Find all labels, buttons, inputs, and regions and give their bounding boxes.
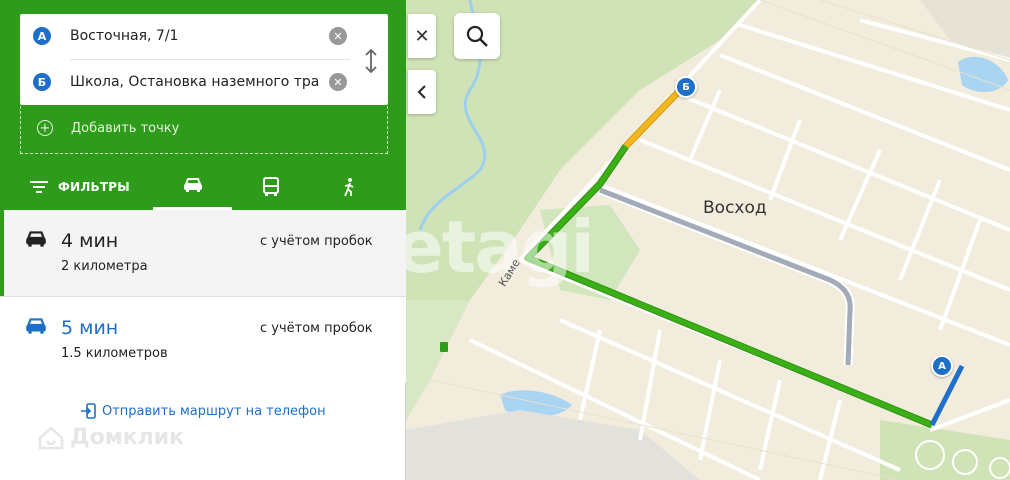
- search-icon: [466, 25, 488, 47]
- route-header: А Восточная, 7/1 ✕ Б Школа, Остановка на…: [0, 0, 406, 210]
- domclick-label: Домклик: [70, 425, 185, 450]
- swap-points-button[interactable]: [360, 48, 382, 74]
- district-label: Восход: [703, 198, 767, 218]
- clear-icon: ✕: [333, 75, 343, 89]
- point-b-badge: Б: [33, 73, 51, 91]
- variant-traffic-note: с учётом пробок: [260, 234, 373, 249]
- map-search-button[interactable]: [454, 13, 500, 59]
- route-marker-b[interactable]: Б: [675, 76, 697, 98]
- variant-distance: 2 километра: [61, 259, 148, 274]
- send-to-phone-icon: [81, 403, 96, 419]
- filter-icon: [30, 180, 48, 193]
- collapse-panel-button[interactable]: [408, 70, 436, 114]
- route-variant-2[interactable]: 5 мин 1.5 километров с учётом пробок: [0, 297, 406, 383]
- car-icon: [26, 231, 46, 247]
- car-icon: [183, 178, 202, 192]
- route-panel: А Восточная, 7/1 ✕ Б Школа, Остановка на…: [0, 0, 406, 480]
- tab-bus[interactable]: [232, 163, 310, 210]
- route-variant-1[interactable]: 4 мин 2 километра с учётом пробок: [0, 210, 406, 296]
- variant-distance: 1.5 километров: [61, 346, 168, 361]
- route-point-b-row[interactable]: Б Школа, Остановка наземного тра ✕: [20, 60, 388, 105]
- send-route-label: Отправить маршрут на телефон: [102, 403, 326, 419]
- route-point-a-row[interactable]: А Восточная, 7/1 ✕: [20, 14, 388, 59]
- tab-filters[interactable]: ФИЛЬТРЫ: [28, 163, 148, 210]
- chevron-left-icon: [417, 85, 426, 99]
- domclick-watermark: Домклик: [38, 425, 184, 450]
- point-a-badge: А: [33, 27, 51, 45]
- bus-icon: [263, 176, 279, 196]
- tab-walk[interactable]: [310, 163, 388, 210]
- variant-traffic-note: с учётом пробок: [260, 321, 373, 336]
- walk-icon: [344, 177, 354, 196]
- add-point-button[interactable]: + Добавить точку: [20, 106, 388, 154]
- transport-tabs: ФИЛЬТРЫ: [0, 163, 406, 210]
- etagi-watermark: etagi: [395, 205, 595, 289]
- point-b-input[interactable]: Школа, Остановка наземного тра: [70, 74, 325, 90]
- clear-point-a-button[interactable]: ✕: [329, 27, 347, 45]
- variant-time: 5 мин: [61, 317, 119, 339]
- clear-point-b-button[interactable]: ✕: [329, 73, 347, 91]
- filters-label: ФИЛЬТРЫ: [58, 179, 130, 194]
- route-inputs-card: А Восточная, 7/1 ✕ Б Школа, Остановка на…: [20, 14, 388, 105]
- clear-icon: ✕: [333, 29, 343, 43]
- add-point-label: Добавить точку: [71, 121, 180, 136]
- route-marker-a[interactable]: А: [931, 355, 953, 377]
- close-icon: ✕: [414, 25, 430, 47]
- point-a-input[interactable]: Восточная, 7/1: [70, 28, 325, 44]
- add-circle-icon: +: [37, 120, 53, 136]
- domclick-logo-icon: [38, 425, 64, 449]
- send-route-to-phone-link[interactable]: Отправить маршрут на телефон: [80, 403, 326, 419]
- car-icon: [26, 318, 46, 334]
- variant-time: 4 мин: [61, 230, 119, 252]
- swap-icon: [365, 48, 377, 74]
- tab-car[interactable]: [153, 163, 232, 210]
- close-route-button[interactable]: ✕: [408, 14, 436, 58]
